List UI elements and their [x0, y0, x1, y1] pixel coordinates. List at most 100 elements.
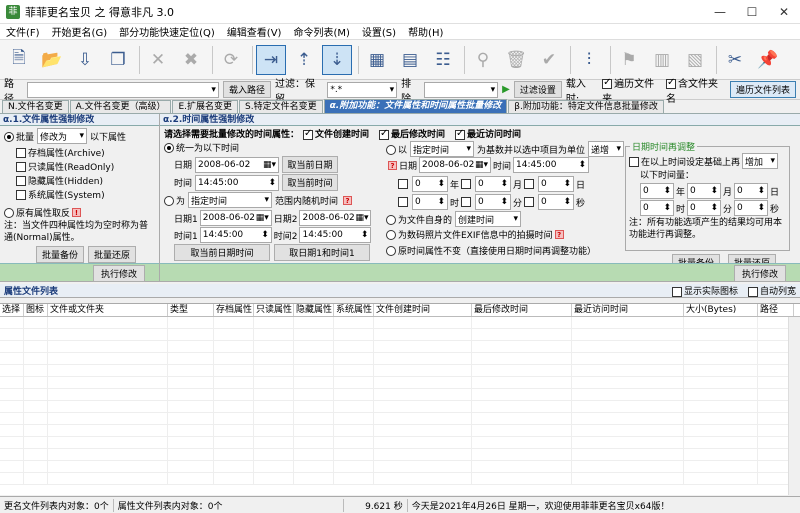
col-system[interactable]: 系统属性: [334, 304, 374, 316]
readjust-op-select[interactable]: 增加 ▾: [742, 153, 779, 169]
spinner-icon[interactable]: ⬍: [361, 230, 369, 240]
col-icon[interactable]: 图标: [24, 304, 48, 316]
filter-keep-input[interactable]: *.* ▾: [327, 81, 398, 98]
readjust-year-stepper[interactable]: 0 ⬍: [640, 183, 674, 199]
import-list-icon[interactable]: ⇩: [70, 45, 100, 75]
right-execute-button[interactable]: 执行修改: [734, 265, 786, 282]
tools-icon[interactable]: ✂: [720, 45, 750, 75]
move-right-icon[interactable]: ⇥: [256, 44, 286, 75]
readjust-month-stepper[interactable]: 0 ⬍: [687, 183, 722, 199]
year-stepper[interactable]: 0 ⬍: [412, 176, 448, 192]
attributes-file-table[interactable]: 选择 图标 文件或文件夹 类型 存档属性 只读属性 隐藏属性 系统属性 文件创建…: [0, 303, 800, 495]
self-mode-select[interactable]: 创建时间 ▾: [455, 211, 522, 227]
by-base-radio[interactable]: 以: [386, 143, 407, 156]
col-archive[interactable]: 存档属性: [214, 304, 254, 316]
by-date-input[interactable]: 2008-06-02 ▦▾: [419, 157, 492, 173]
col-modified[interactable]: 最后修改时间: [472, 304, 572, 316]
second-checkbox[interactable]: [524, 197, 535, 207]
tab-filename-change[interactable]: N.文件名变更: [2, 100, 69, 113]
maximize-icon[interactable]: ☐: [736, 5, 768, 19]
auto-columns-checkbox[interactable]: 自动列宽: [747, 284, 796, 297]
menu-edit-view[interactable]: 编辑查看(V): [221, 24, 288, 39]
check-icon[interactable]: ✔: [534, 45, 564, 75]
trash-icon[interactable]: 🗑: [501, 45, 531, 75]
month-stepper[interactable]: 0 ⬍: [475, 176, 512, 192]
col-path[interactable]: 路径: [758, 304, 794, 316]
left-restore-button[interactable]: 批量还原: [88, 246, 137, 263]
col-size[interactable]: 大小(Bytes): [684, 304, 758, 316]
refresh-icon[interactable]: ⟳: [216, 45, 246, 75]
spinner-icon[interactable]: ⬍: [268, 178, 276, 188]
add-files-icon[interactable]: 🗎: [4, 45, 34, 75]
layout-icon[interactable]: ▧: [680, 45, 710, 75]
random-radio[interactable]: 为: [164, 194, 185, 207]
menu-quick-locate[interactable]: 部分功能快速定位(Q): [113, 24, 221, 39]
calendar-icon[interactable]: ▦▾: [256, 213, 269, 223]
remove-icon[interactable]: ✕: [143, 45, 173, 75]
form-view-icon[interactable]: ☷: [428, 45, 458, 75]
minute-stepper[interactable]: 0 ⬍: [475, 194, 512, 210]
col-accessed[interactable]: 最近访问时间: [572, 304, 684, 316]
by-time-input[interactable]: 14:45:00 ⬍: [513, 157, 590, 173]
path-input[interactable]: ▾: [27, 81, 219, 98]
month-checkbox[interactable]: [461, 179, 472, 189]
readjust-hour-stepper[interactable]: 0 ⬍: [640, 200, 674, 216]
col-hidden[interactable]: 隐藏属性: [294, 304, 334, 316]
batch-mode-select[interactable]: 修改为 ▾: [37, 128, 88, 144]
traverse-list-button[interactable]: 遍历文件列表: [729, 81, 796, 98]
pin-icon[interactable]: 📌: [753, 45, 783, 75]
filter-exclude-input[interactable]: ▾: [424, 81, 499, 98]
col-name[interactable]: 文件或文件夹: [48, 304, 168, 316]
minute-checkbox[interactable]: [461, 197, 472, 207]
menu-command-list[interactable]: 命令列表(M): [287, 24, 355, 39]
menu-start-rename[interactable]: 开始更名(G): [46, 24, 114, 39]
readjust-minute-stepper[interactable]: 0 ⬍: [687, 200, 722, 216]
spinner-icon[interactable]: ⬍: [261, 230, 269, 240]
columns-icon[interactable]: ▥: [647, 45, 677, 75]
flag-icon[interactable]: ⚑: [614, 45, 644, 75]
uniform-date-input[interactable]: 2008-06-02 ▦▾: [195, 156, 280, 173]
vertical-scrollbar[interactable]: [788, 317, 800, 495]
time1-input[interactable]: 14:45:00 ⬍: [199, 227, 272, 243]
readonly-checkbox[interactable]: 只读属性(ReadOnly): [16, 160, 114, 173]
col-created[interactable]: 文件创建时间: [374, 304, 472, 316]
batch-radio[interactable]: 批量: [4, 130, 34, 143]
take-time12-button[interactable]: 取日期1和时间1: [274, 244, 370, 261]
day-stepper[interactable]: 0 ⬍: [538, 176, 575, 192]
take-current-date-button[interactable]: 取当前日期: [282, 156, 339, 173]
add-folder-icon[interactable]: 📂: [37, 45, 67, 75]
move-down-icon[interactable]: ⇣: [322, 44, 352, 75]
time2-input[interactable]: 14:45:00 ⬍: [299, 227, 372, 243]
grid-view-icon[interactable]: ▦: [362, 45, 392, 75]
tab-specific-filename[interactable]: S.特定文件名变更: [239, 100, 323, 113]
menu-settings[interactable]: 设置(S): [356, 24, 402, 39]
menu-help[interactable]: 帮助(H): [402, 24, 449, 39]
play-icon[interactable]: ▶: [502, 84, 510, 95]
day-checkbox[interactable]: [524, 179, 535, 189]
hour-stepper[interactable]: 0 ⬍: [412, 194, 448, 210]
calendar-icon[interactable]: ▦▾: [263, 160, 276, 170]
keep-original-radio[interactable]: 原时间属性不变（直接使用日期时间再调整功能）: [386, 244, 596, 257]
col-readonly[interactable]: 只读属性: [254, 304, 294, 316]
filter-settings-button[interactable]: 过滤设置: [513, 81, 562, 98]
date2-input[interactable]: 2008-06-02 ▦▾: [299, 210, 372, 226]
invert-radio[interactable]: 原有属性取反!: [4, 206, 82, 219]
second-stepper[interactable]: 0 ⬍: [538, 194, 575, 210]
move-up-icon[interactable]: ⇡: [289, 45, 319, 75]
take-current-time-button[interactable]: 取当前时间: [282, 174, 339, 191]
uniform-radio[interactable]: 统一为以下时间: [164, 141, 239, 154]
take-date12-button[interactable]: 取当前日期时间: [174, 244, 270, 261]
left-backup-button[interactable]: 批量备份: [36, 246, 85, 263]
uniform-time-input[interactable]: 14:45:00 ⬍: [195, 174, 280, 191]
readjust-checkbox[interactable]: 在以上时间设定基础上再: [629, 155, 740, 168]
spinner-icon[interactable]: ⬍: [578, 160, 586, 170]
create-time-checkbox[interactable]: 文件创建时间: [303, 127, 369, 140]
copy-list-icon[interactable]: ❐: [103, 45, 133, 75]
by-op-select[interactable]: 递增 ▾: [588, 141, 625, 157]
year-checkbox[interactable]: [398, 179, 408, 189]
archive-checkbox[interactable]: 存档属性(Archive): [16, 146, 105, 159]
clear-icon[interactable]: ✖: [176, 45, 206, 75]
hour-checkbox[interactable]: [398, 197, 408, 207]
search-icon[interactable]: ⚲: [468, 45, 498, 75]
col-select[interactable]: 选择: [0, 304, 24, 316]
